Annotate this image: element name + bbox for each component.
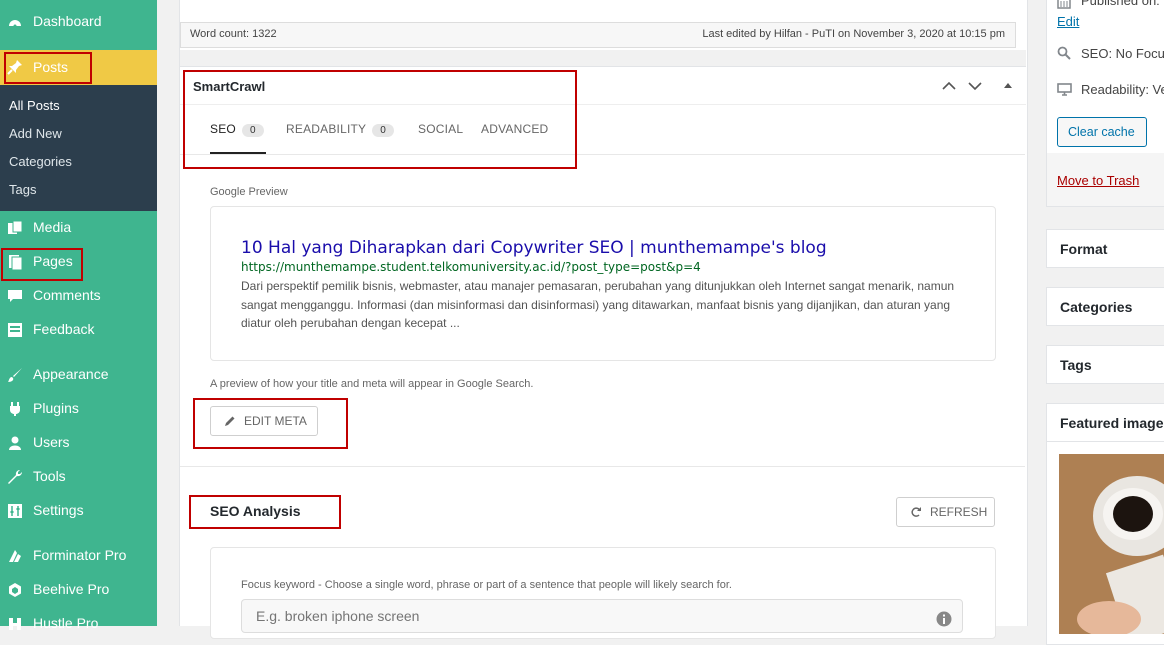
collapse-toggle-icon[interactable] bbox=[1002, 80, 1014, 90]
sidebar-item-dashboard[interactable]: Dashboard bbox=[0, 7, 157, 37]
media-icon bbox=[8, 220, 23, 234]
word-count: Word count: 1322 bbox=[190, 28, 277, 40]
readability-status: Readability: Ve bbox=[1081, 82, 1164, 97]
preview-note: A preview of how your title and meta wil… bbox=[210, 378, 534, 390]
tags-panel[interactable]: Tags bbox=[1046, 345, 1164, 384]
categories-panel[interactable]: Categories bbox=[1046, 287, 1164, 326]
forminator-logo-icon bbox=[9, 550, 21, 562]
featured-image-title: Featured image bbox=[1060, 415, 1164, 431]
info-icon[interactable] bbox=[936, 611, 952, 627]
metabox-gap bbox=[180, 50, 1026, 66]
search-icon bbox=[1057, 46, 1071, 60]
edit-date-link[interactable]: Edit bbox=[1057, 14, 1079, 29]
sidebar-item-appearance[interactable]: Appearance bbox=[0, 360, 157, 390]
monitor-icon bbox=[1057, 83, 1072, 96]
submenu-all-posts[interactable]: All Posts bbox=[9, 98, 60, 113]
sidebar-item-media[interactable]: Media bbox=[0, 213, 157, 243]
sidebar-item-forminator[interactable]: Forminator Pro bbox=[0, 541, 157, 571]
serp-url: https://munthemampe.student.telkomuniver… bbox=[241, 260, 701, 274]
wrench-icon bbox=[8, 469, 23, 484]
comment-bubble-icon bbox=[8, 290, 22, 302]
sidebar-item-hustle[interactable]: Hustle Pro bbox=[0, 609, 157, 639]
sidebar-item-settings[interactable]: Settings bbox=[0, 496, 157, 526]
highlight-posts bbox=[4, 52, 92, 84]
google-preview-label: Google Preview bbox=[210, 186, 288, 198]
dashboard-icon bbox=[9, 20, 21, 28]
editor-status-bar: Word count: 1322 Last edited by Hilfan -… bbox=[180, 22, 1016, 48]
publish-box: Published on: Edit SEO: No Focu Readabil… bbox=[1046, 0, 1164, 155]
sidebar-item-plugins[interactable]: Plugins bbox=[0, 394, 157, 424]
sidebar-item-users[interactable]: Users bbox=[0, 428, 157, 458]
categories-panel-title: Categories bbox=[1060, 299, 1133, 315]
highlight-edit-meta bbox=[193, 398, 348, 449]
chevron-up-icon[interactable] bbox=[941, 79, 957, 93]
focus-keyword-input[interactable] bbox=[241, 599, 963, 633]
settings-sliders-icon bbox=[8, 504, 22, 518]
plugin-icon bbox=[10, 402, 20, 416]
beehive-logo-icon bbox=[9, 583, 21, 597]
highlight-pages bbox=[1, 248, 83, 281]
submenu-tags[interactable]: Tags bbox=[9, 182, 36, 197]
sidebar-item-comments[interactable]: Comments bbox=[0, 281, 157, 311]
refresh-icon bbox=[911, 507, 921, 517]
move-to-trash-link[interactable]: Move to Trash bbox=[1057, 173, 1139, 188]
section-divider bbox=[180, 466, 1025, 467]
featured-image-panel: Featured image bbox=[1046, 403, 1164, 645]
serp-description: Dari perspektif pemilik bisnis, webmaste… bbox=[241, 279, 955, 330]
highlight-smartcrawl-tabs bbox=[183, 70, 577, 169]
format-panel-title: Format bbox=[1060, 241, 1108, 257]
focus-keyword-help: Focus keyword - Choose a single word, ph… bbox=[241, 579, 732, 591]
sidebar-item-tools[interactable]: Tools bbox=[0, 462, 157, 492]
last-edited-info: Last edited by Hilfan - PuTI on November… bbox=[702, 28, 1005, 40]
admin-sidebar: Dashboard Posts All Posts Add New Catego… bbox=[0, 0, 157, 631]
clear-cache-button[interactable]: Clear cache bbox=[1057, 117, 1147, 147]
tags-panel-title: Tags bbox=[1060, 357, 1092, 373]
seo-status: SEO: No Focu bbox=[1081, 46, 1164, 61]
posts-submenu: All Posts Add New Categories Tags bbox=[0, 85, 157, 211]
published-on-label: Published on: bbox=[1081, 0, 1160, 8]
user-icon bbox=[9, 436, 21, 450]
calendar-icon bbox=[1057, 0, 1071, 9]
serp-title: 10 Hal yang Diharapkan dari Copywriter S… bbox=[241, 238, 827, 258]
publish-actions: Move to Trash bbox=[1046, 153, 1164, 207]
submenu-add-new[interactable]: Add New bbox=[9, 126, 62, 141]
submenu-categories[interactable]: Categories bbox=[9, 154, 72, 169]
sidebar-item-beehive[interactable]: Beehive Pro bbox=[0, 575, 157, 605]
highlight-seo-analysis bbox=[189, 495, 341, 529]
sidebar-item-feedback[interactable]: Feedback bbox=[0, 315, 157, 345]
format-panel[interactable]: Format bbox=[1046, 229, 1164, 268]
featured-image-thumbnail[interactable] bbox=[1059, 454, 1164, 634]
feedback-form-icon bbox=[8, 323, 22, 337]
hustle-logo-icon bbox=[9, 618, 21, 630]
refresh-button[interactable]: REFRESH bbox=[896, 497, 995, 527]
chevron-down-icon[interactable] bbox=[967, 79, 983, 93]
paintbrush-icon bbox=[8, 368, 22, 382]
metabox-top-border bbox=[180, 66, 1026, 67]
